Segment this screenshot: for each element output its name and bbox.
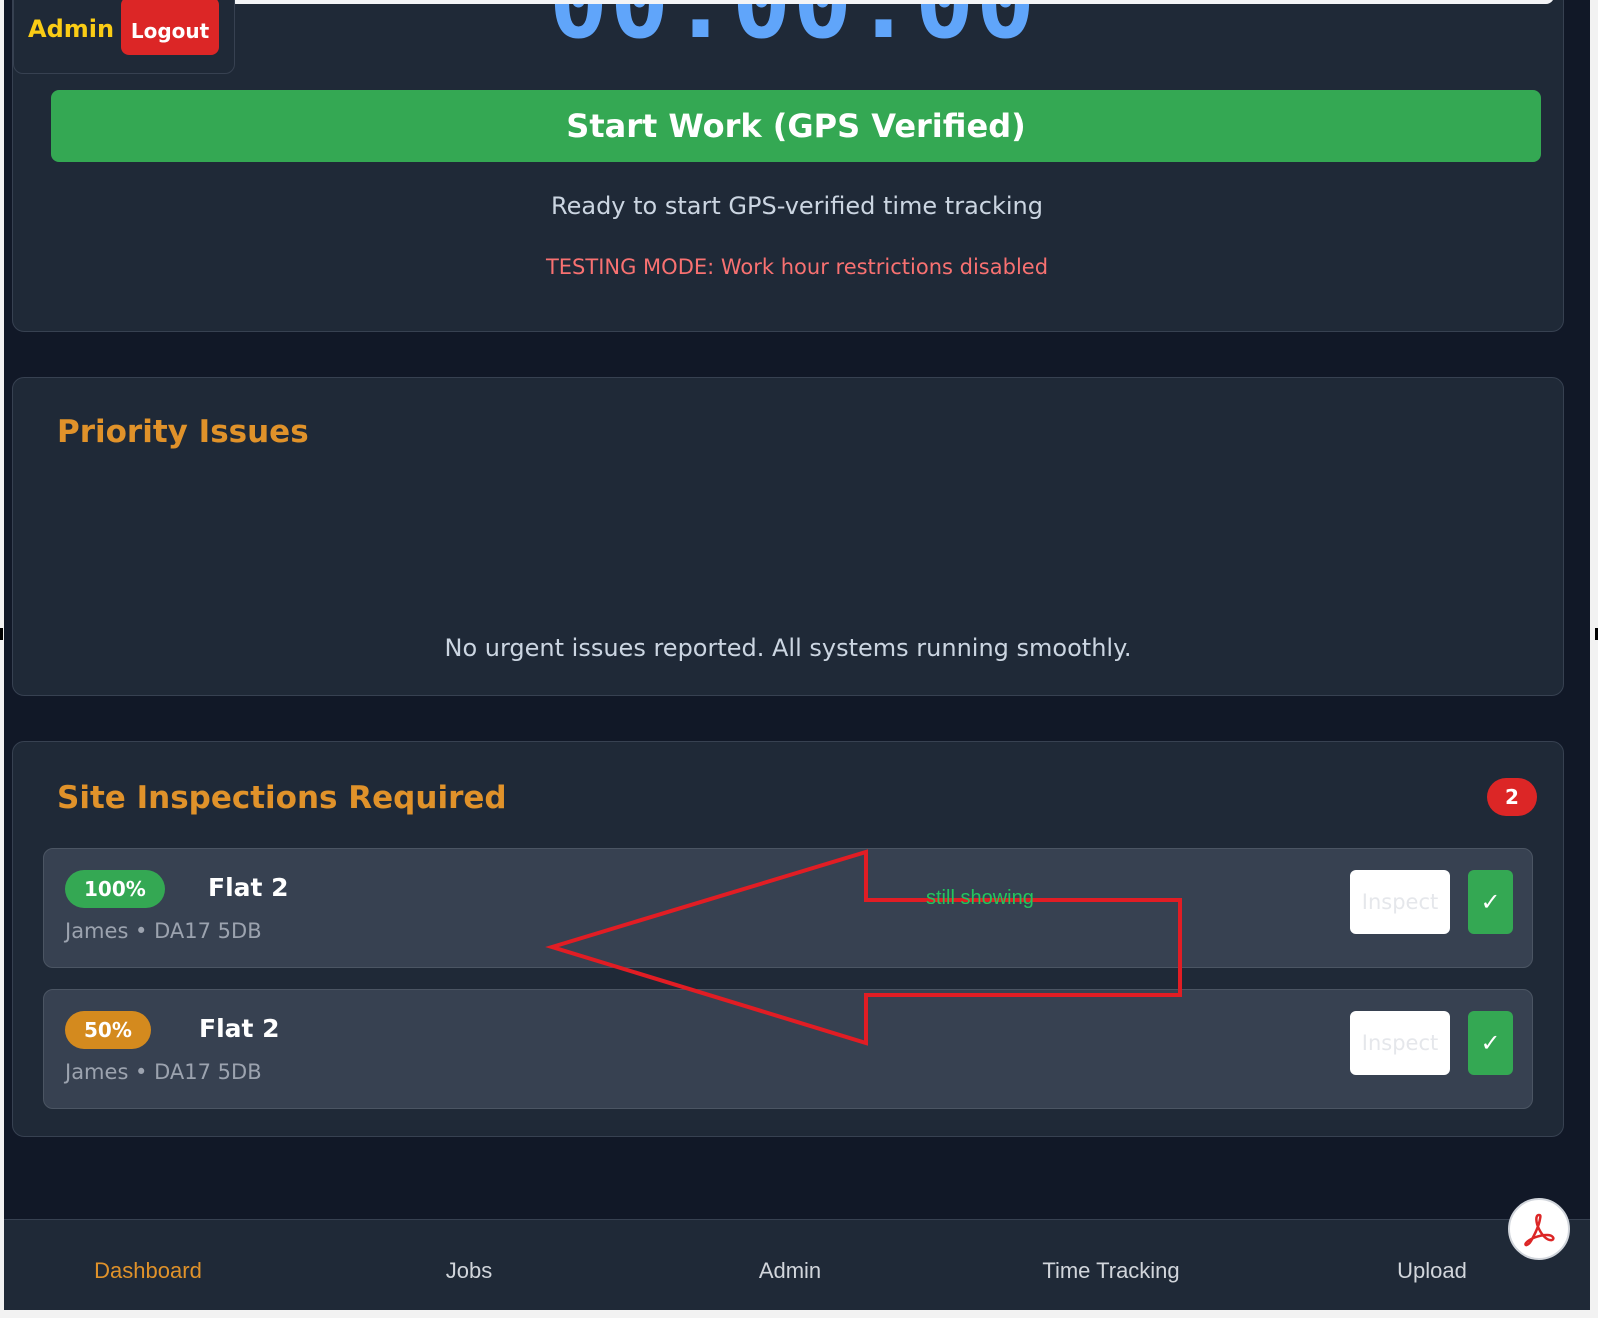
nav-item-dashboard[interactable]: Dashboard — [48, 1258, 248, 1284]
inspection-item: 100% Flat 2 James • DA17 5DB Inspect ✓ — [43, 848, 1533, 968]
priority-empty-message: No urgent issues reported. All systems r… — [444, 634, 1132, 662]
inspection-item: 50% Flat 2 James • DA17 5DB Inspect ✓ — [43, 989, 1533, 1109]
completion-badge: 50% — [65, 1011, 151, 1049]
inspection-item-name: Flat 2 — [208, 873, 289, 902]
inspection-item-name: Flat 2 — [199, 1014, 280, 1043]
user-box: Admin Logout — [13, 0, 235, 74]
inspection-item-meta: James • DA17 5DB — [65, 919, 262, 943]
edge-marker — [0, 628, 3, 640]
inspect-button[interactable]: Inspect — [1350, 1011, 1450, 1075]
priority-issues-title: Priority Issues — [57, 414, 309, 450]
logout-button[interactable]: Logout — [121, 0, 219, 55]
site-inspections-title: Site Inspections Required — [57, 780, 507, 816]
annotation-label: still showing — [926, 887, 1034, 909]
completion-badge: 100% — [65, 870, 165, 908]
site-inspections-card: Site Inspections Required 2 100% Flat 2 … — [12, 741, 1564, 1137]
pdf-icon — [1524, 1213, 1555, 1247]
confirm-check-button[interactable]: ✓ — [1468, 1011, 1513, 1075]
inspect-button[interactable]: Inspect — [1350, 870, 1450, 934]
timer-display: 00:00:00 — [549, 0, 1038, 61]
time-tracking-card: 00:00:00 Start Work (GPS Verified) Ready… — [12, 0, 1564, 332]
testing-mode-notice: TESTING MODE: Work hour restrictions dis… — [545, 255, 1049, 279]
inspection-count-badge: 2 — [1487, 778, 1537, 816]
app-root: 00:00:00 Start Work (GPS Verified) Ready… — [4, 0, 1590, 1310]
pdf-export-button[interactable] — [1508, 1198, 1570, 1260]
inspection-item-meta: James • DA17 5DB — [65, 1060, 262, 1084]
nav-item-upload[interactable]: Upload — [1332, 1258, 1532, 1284]
user-label: Admin — [28, 15, 115, 43]
top-input-bar[interactable] — [228, 0, 1554, 4]
bottom-navigation: Dashboard Jobs Admin Time Tracking Uploa… — [4, 1219, 1590, 1310]
nav-item-jobs[interactable]: Jobs — [369, 1258, 569, 1284]
nav-item-time-tracking[interactable]: Time Tracking — [1011, 1258, 1211, 1284]
start-work-button[interactable]: Start Work (GPS Verified) — [51, 90, 1541, 162]
confirm-check-button[interactable]: ✓ — [1468, 870, 1513, 934]
tracking-status-text: Ready to start GPS-verified time trackin… — [551, 192, 1043, 220]
nav-item-admin[interactable]: Admin — [690, 1258, 890, 1284]
priority-issues-card: Priority Issues No urgent issues reporte… — [12, 377, 1564, 696]
